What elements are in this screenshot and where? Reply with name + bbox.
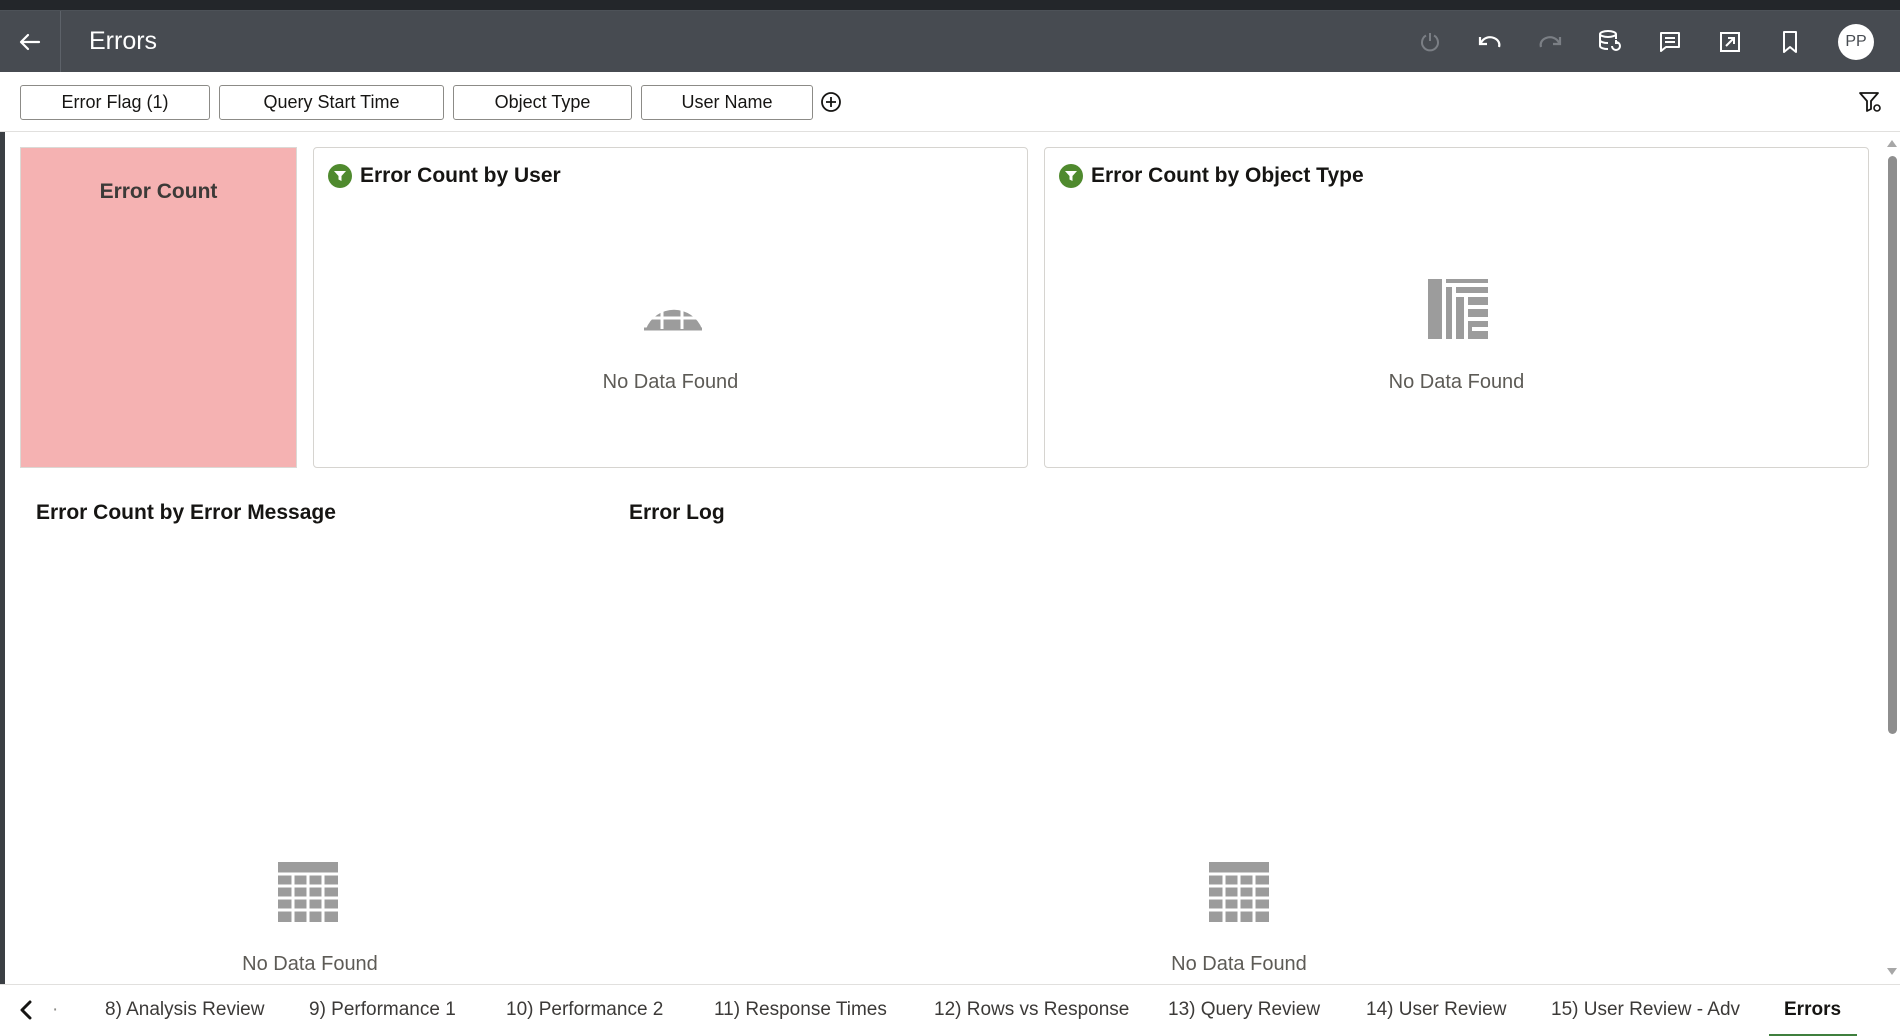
no-data-text: No Data Found	[1171, 953, 1307, 975]
table-grid-icon	[1209, 862, 1269, 922]
previous-tabs-button[interactable]	[18, 999, 34, 1026]
tab-query-review[interactable]: 13) Query Review	[1168, 999, 1320, 1021]
scroll-down-arrow[interactable]	[1887, 968, 1897, 975]
comment-icon	[1660, 32, 1680, 52]
filter-pill-object-type[interactable]: Object Type	[453, 85, 632, 120]
scroll-thumb[interactable]	[1888, 156, 1897, 734]
treemap-icon	[1428, 279, 1488, 339]
viz-title: Error Count by User	[360, 164, 561, 187]
undo-icon	[1478, 36, 1501, 48]
no-data-text: No Data Found	[1388, 371, 1525, 393]
plus-circle-icon	[821, 92, 841, 112]
table-grid-icon	[278, 862, 338, 922]
no-data-text: No Data Found	[242, 953, 378, 975]
no-data-text: No Data Found	[602, 371, 739, 393]
arrow-left-icon	[19, 33, 41, 50]
scroll-up-arrow[interactable]	[1887, 140, 1897, 147]
filter-pill-user-name[interactable]: User Name	[641, 85, 813, 120]
tab-performance-2[interactable]: 10) Performance 2	[506, 999, 663, 1021]
back-button[interactable]	[0, 11, 61, 72]
user-avatar[interactable]: PP	[1838, 24, 1874, 60]
add-filter-button[interactable]	[820, 91, 842, 118]
filter-pill-query-start-time[interactable]: Query Start Time	[219, 85, 444, 120]
filter-bar: Error Flag (1) Query Start Time Object T…	[0, 72, 1900, 132]
chevron-left-icon	[20, 1000, 32, 1020]
refresh-button[interactable]	[1413, 25, 1447, 59]
filled-map-icon	[644, 293, 702, 331]
filter-pill-error-flag[interactable]: Error Flag (1)	[20, 85, 210, 120]
viz-title: Error Count by Object Type	[1091, 164, 1364, 187]
present-button[interactable]	[1713, 25, 1747, 59]
power-refresh-icon	[1421, 33, 1439, 52]
comments-button[interactable]	[1653, 25, 1687, 59]
database-refresh-icon	[1599, 30, 1621, 51]
filter-settings-button[interactable]	[1858, 90, 1882, 119]
filter-applied-badge	[1059, 164, 1083, 188]
viz-error-count-by-user[interactable]: Error Count by User No Data Found	[313, 147, 1028, 468]
app-header: Errors PP	[0, 11, 1900, 72]
tab-rows-vs-response[interactable]: 12) Rows vs Response	[934, 999, 1129, 1021]
tab-user-review[interactable]: 14) User Review	[1366, 999, 1506, 1021]
clipped-tab[interactable]: ·	[52, 999, 58, 1021]
redo-button[interactable]	[1533, 25, 1567, 59]
vertical-scrollbar[interactable]	[1884, 132, 1900, 984]
tab-errors[interactable]: Errors	[1784, 999, 1841, 1021]
redo-icon	[1539, 36, 1562, 48]
tab-performance-1[interactable]: 9) Performance 1	[309, 999, 456, 1021]
tab-response-times[interactable]: 11) Response Times	[714, 999, 887, 1021]
tab-analysis-review[interactable]: 8) Analysis Review	[105, 999, 264, 1021]
expand-present-icon	[1720, 32, 1740, 52]
page-title: Errors	[89, 27, 158, 55]
funnel-icon	[1065, 171, 1077, 181]
dashboard-canvas: Error Count Error Count by User No Data …	[5, 132, 1885, 984]
filter-applied-badge	[328, 164, 352, 188]
viz-error-count-by-object-type[interactable]: Error Count by Object Type No Data Found	[1044, 147, 1869, 468]
filter-funnel-icon	[1859, 92, 1881, 112]
workbook-canvas-page: Errors PP Error Flag (1) Query Start Tim…	[0, 0, 1900, 1036]
tab-user-review-adv[interactable]: 15) User Review - Adv	[1551, 999, 1740, 1021]
window-top-strip	[0, 0, 1900, 11]
tile-title: Error Count	[99, 180, 218, 203]
data-refresh-button[interactable]	[1593, 25, 1627, 59]
funnel-icon	[334, 171, 346, 181]
bookmark-button[interactable]	[1773, 25, 1807, 59]
error-count-tile[interactable]: Error Count	[20, 147, 297, 468]
bookmark-icon	[1783, 31, 1797, 53]
undo-button[interactable]	[1473, 25, 1507, 59]
canvas-tab-bar: · 8) Analysis Review 9) Performance 1 10…	[0, 984, 1900, 1036]
